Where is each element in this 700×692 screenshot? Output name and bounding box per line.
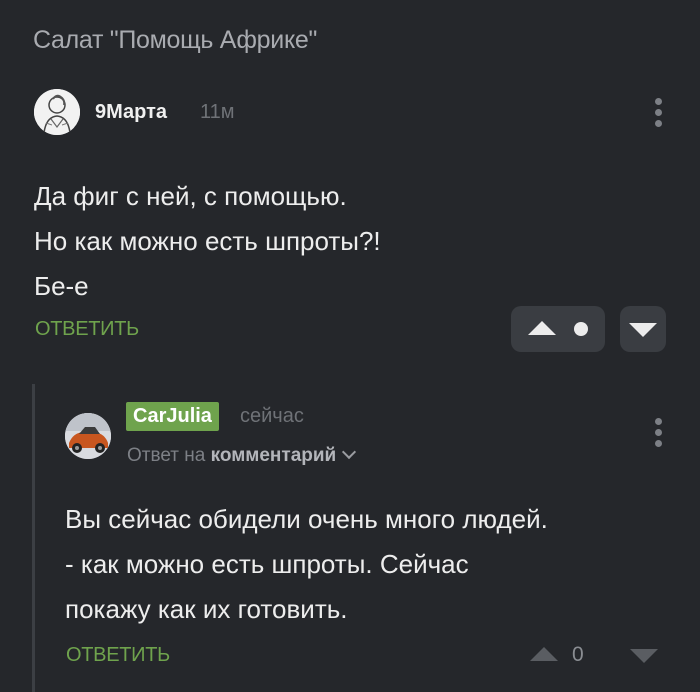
rating-hidden-icon bbox=[574, 322, 588, 336]
downvote-icon[interactable] bbox=[630, 649, 658, 663]
reply-line: покажу как их готовить. bbox=[65, 594, 348, 624]
avatar[interactable] bbox=[34, 89, 80, 135]
reply-body: Вы сейчас обидели очень много людей. - к… bbox=[65, 497, 548, 632]
avatar-sketch-image bbox=[34, 89, 80, 135]
reply-line: Вы сейчас обидели очень много людей. bbox=[65, 504, 548, 534]
upvote-icon[interactable] bbox=[528, 321, 556, 335]
downvote-button[interactable] bbox=[620, 306, 666, 352]
kebab-icon[interactable] bbox=[655, 98, 663, 131]
reply-line: - как можно есть шпроты. Сейчас bbox=[65, 549, 469, 579]
reply-button[interactable]: ОТВЕТИТЬ bbox=[66, 644, 170, 667]
reply-to-link[interactable]: комментарий bbox=[211, 445, 337, 466]
comment-time: 11м bbox=[200, 101, 235, 123]
reply-to[interactable]: Ответ на комментарий bbox=[127, 444, 357, 467]
reply-author-badge[interactable]: CarJulia bbox=[126, 402, 219, 431]
comment-line: Да фиг с ней, с помощью. bbox=[34, 181, 347, 211]
comment-body: Да фиг с ней, с помощью. Но как можно ес… bbox=[34, 174, 381, 309]
reply-button[interactable]: ОТВЕТИТЬ bbox=[35, 318, 139, 341]
avatar-car-image bbox=[65, 413, 111, 459]
kebab-icon[interactable] bbox=[655, 418, 663, 451]
reply-to-prefix: Ответ на bbox=[127, 445, 206, 466]
downvote-icon bbox=[629, 323, 657, 337]
vote-box bbox=[511, 306, 605, 352]
comment-line: Бе-е bbox=[34, 271, 89, 301]
reply-score: 0 bbox=[572, 643, 584, 666]
comment-line: Но как можно есть шпроты?! bbox=[34, 226, 381, 256]
avatar[interactable] bbox=[65, 413, 111, 459]
upvote-icon[interactable] bbox=[530, 647, 558, 661]
post-title[interactable]: Салат "Помощь Африке" bbox=[33, 26, 317, 55]
thread-line[interactable] bbox=[32, 384, 35, 692]
reply-time: сейчас bbox=[240, 405, 304, 427]
chevron-down-icon[interactable] bbox=[342, 444, 357, 460]
comment-author[interactable]: 9Марта bbox=[95, 101, 167, 124]
